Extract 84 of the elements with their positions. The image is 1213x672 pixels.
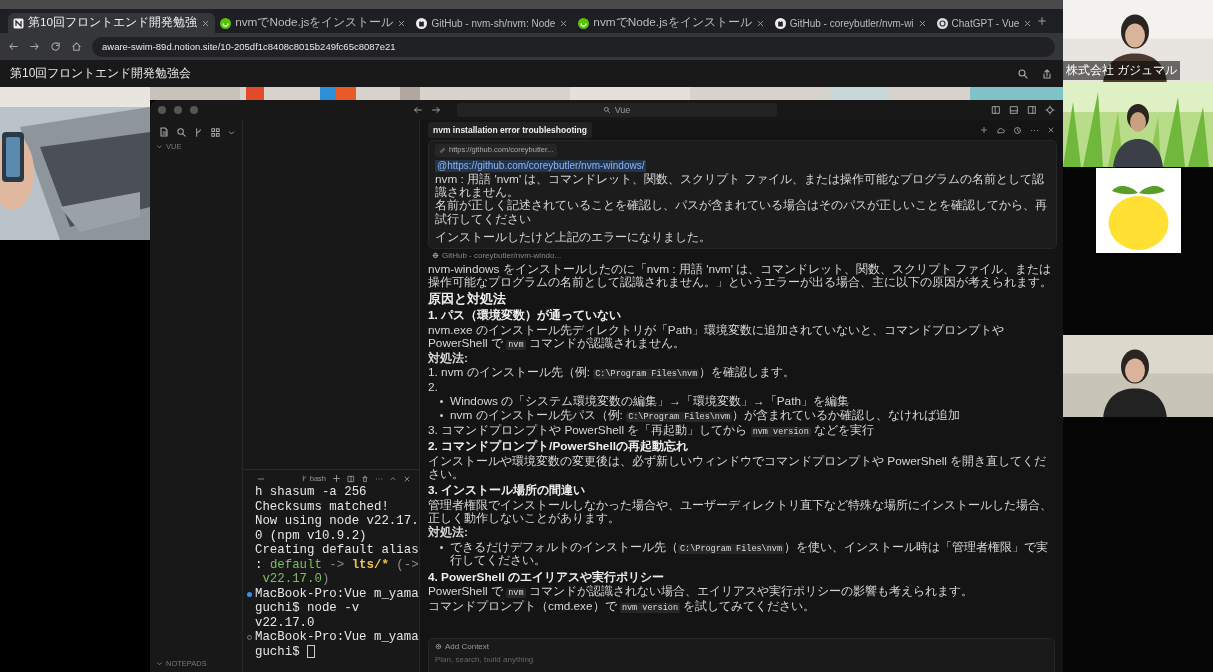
browser-tab[interactable]: GitHub - coreybutler/nvm-wi (769, 12, 932, 34)
source-chip[interactable]: GitHub - coreybutler/nvm-windo... (432, 251, 562, 261)
message-text: インストールしたけど上記のエラーになりました。 (435, 230, 712, 245)
chevron-right-icon (156, 660, 163, 667)
list-item: Windows の「システム環境変数の編集」→「環境変数」→「Path」を編集 (450, 394, 850, 409)
chevron-down-icon (156, 143, 163, 150)
chat-title[interactable]: nvm installation error troubleshooting (428, 122, 592, 138)
branch-icon[interactable] (193, 126, 204, 138)
forward-arrow-icon[interactable] (430, 105, 441, 115)
participant-name: 株式会社 ガジュマル (1063, 61, 1181, 80)
globe-icon (432, 252, 439, 260)
search-icon[interactable] (176, 126, 187, 138)
history-icon[interactable] (1013, 125, 1022, 135)
search-field[interactable]: Vue (456, 103, 777, 117)
window-zoom-button[interactable] (190, 106, 198, 114)
plus-icon[interactable] (980, 126, 988, 134)
message-text: nvm : 用語 'nvm' は、コマンドレット、関数、スクリプト ファイル、または操作可能なプログラムの名前として認識されません。 (435, 172, 1045, 199)
round-logo-icon (578, 17, 590, 29)
terminal-output: h shasum -a 256 Checksums matched! Now using node v22.17. 0 (npm v10.9.2) Creating default alias : default -> lts/* (-> v22.17.0) MacBook-Pro:Vue m_yama guchi$ node -v v22.17.0 MacBook-Pro:Vue m_yama guchi$ (243, 485, 419, 659)
round-logo-icon (220, 17, 232, 29)
close-icon[interactable] (1047, 126, 1055, 134)
forward-arrow-icon[interactable] (29, 41, 40, 52)
files-icon[interactable] (158, 126, 170, 138)
page-title: 第10回フロントエンド開発勉強会 (10, 65, 193, 82)
paragraph: nvm-windows をインストールしたのに「nvm : 用語 'nvm' は、コマンドレット、関数、スクリプト ファイル、または操作可能なプログラムの名前として認識されません。」というエラーが出る場合、主に以下の原因が考えられます。 (428, 262, 1053, 290)
subheading: 2. コマンドプロンプト/PowerShellの再起動忘れ (428, 440, 689, 454)
close-icon[interactable] (403, 474, 411, 483)
list-item: 3. コマンドプロンプトや PowerShell を「再起動」してから nvm version などを実行 (428, 423, 875, 438)
window-minimize-button[interactable] (174, 106, 182, 114)
address-field[interactable]: aware-swim-89d.notion.site/10-205df1c8408c8015b249fc65c8087e21 (92, 36, 1055, 57)
reload-icon[interactable] (50, 41, 61, 52)
subheading: 4. PowerShell のエイリアスや実行ポリシー (428, 570, 665, 584)
browser-tab[interactable]: nvmでNode.jsをインストール (573, 12, 770, 34)
cloud-icon[interactable] (996, 125, 1005, 135)
close-icon[interactable] (397, 18, 407, 28)
paragraph: インストールや環境変数の変更後は、必ず新しいウィンドウでコマンドプロンプトや PowerShell を開き直してください。 (428, 454, 1048, 482)
browser-tab[interactable]: 第10回フロントエンド開発勉強 (8, 12, 216, 34)
subheading: 3. インストール場所の間違い (428, 484, 587, 498)
list-item: 1. nvm のインストール先（例: C:\Program Files\nvm ）を確認します。 (428, 366, 797, 380)
label-text: 対処法: (428, 526, 469, 540)
close-icon[interactable] (917, 18, 927, 28)
window-close-button[interactable] (158, 106, 166, 114)
home-icon[interactable] (71, 41, 82, 52)
plus-icon[interactable] (332, 474, 341, 483)
search-icon (602, 106, 611, 114)
close-icon[interactable] (755, 18, 765, 28)
paragraph: コマンドプロンプト（cmd.exe）で nvm version を試してみてください。 (428, 599, 817, 614)
browser-tab[interactable]: GitHub - nvm-sh/nvm: Node (411, 12, 574, 34)
list-item: 2. (428, 380, 439, 394)
label-text: 対処法: (428, 351, 469, 365)
chevron-up-icon[interactable] (389, 474, 397, 483)
bullet-icon (440, 545, 443, 549)
list-item: できるだけデフォルトのインストール先（ C:\Program Files\nvm ）を使い、インストール時は「管理者権限」で実行してください。 (450, 540, 1050, 568)
back-arrow-icon[interactable] (412, 105, 423, 115)
message-text: 名前が正しく記述されていることを確認し、パスが含まれている場合はそのパスが正しいことを確認してから、再試行してください (435, 199, 1048, 226)
bullet-icon (440, 399, 443, 403)
mention-link[interactable]: @https://github.com/coreybutler/nvm-windows/ (435, 160, 647, 172)
section-heading: 原因と対処法 (428, 292, 507, 307)
bullet-icon (440, 414, 443, 418)
extensions-icon[interactable] (210, 126, 221, 138)
browser-tab[interactable]: ChatGPT - Vue (931, 12, 1038, 34)
share-icon[interactable] (1041, 67, 1053, 80)
close-icon[interactable] (1023, 18, 1033, 28)
panel-toggle-icon[interactable] (1009, 105, 1019, 115)
list-item: nvm のインストール先パス（例: C:\Program Files\nvm ）が含まれているか確認し、なければ追加 (450, 409, 962, 423)
close-icon[interactable] (559, 18, 569, 28)
add-context-button[interactable]: Add Context (435, 642, 490, 651)
search-icon[interactable] (1017, 67, 1029, 80)
link-icon (439, 147, 446, 154)
sidebar-toggle-icon[interactable] (1027, 105, 1037, 115)
back-arrow-icon[interactable] (8, 41, 19, 52)
chat-input[interactable]: Add Context Plan, search, build anything (428, 638, 1055, 672)
sidebar-toggle-icon[interactable] (991, 105, 1001, 115)
plus-icon[interactable] (1037, 16, 1048, 26)
trash-icon[interactable] (361, 474, 369, 483)
knot-logo-icon (936, 17, 948, 29)
split-icon[interactable] (347, 474, 355, 483)
paragraph: PowerShell で nvm コマンドが認識されない場合、エイリアスや実行ポリシーの影響も考えられます。 (428, 585, 974, 599)
close-icon[interactable] (201, 18, 211, 28)
browser-tab[interactable]: nvmでNode.jsをインストール (215, 12, 412, 34)
document-icon (13, 17, 24, 29)
paragraph: 管理者権限でインストールしなかった場合や、ユーザーディレクトリ直下など特殊な場所にインストールした場合、正しく動作しないことがあります。 (428, 498, 1053, 526)
subheading: 1. パス（環境変数）が通っていない (428, 309, 623, 323)
paragraph: nvm.exe のインストール先ディレクトリが「Path」環境変数に追加されていないと、コマンドプロンプトや PowerShell で nvm コマンドが認識されません。 (428, 323, 1006, 351)
